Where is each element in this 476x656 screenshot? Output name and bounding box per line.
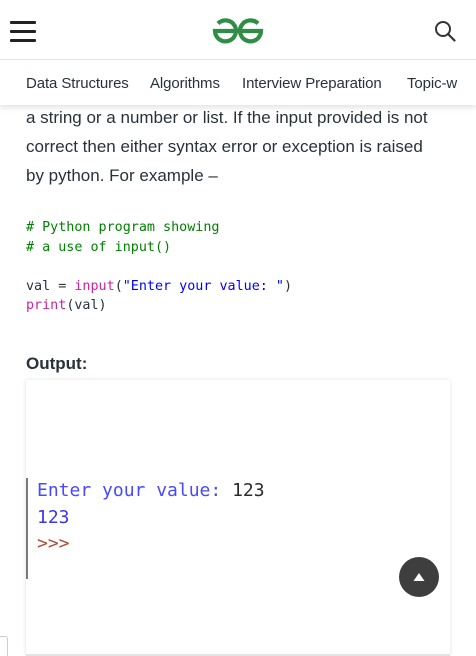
article-paragraph: a string or a number or list. If the inp… — [26, 103, 456, 190]
code-paren: ( — [114, 278, 123, 294]
console-prompt: Enter your value: — [37, 480, 222, 501]
page-edge-tab — [0, 636, 8, 656]
code-string: "Enter your value: " — [122, 278, 284, 294]
output-heading: Output: — [26, 354, 88, 373]
search-icon[interactable] — [434, 20, 456, 42]
hamburger-menu-icon[interactable] — [10, 20, 36, 42]
geeksforgeeks-logo[interactable] — [209, 16, 267, 46]
arrow-up-icon — [413, 573, 425, 581]
code-args: (val) — [66, 298, 107, 313]
topic-nav: Data Structures Algorithms Interview Pre… — [0, 61, 476, 105]
console-shell-prompt: >>> — [37, 533, 70, 554]
output-screenshot: Enter your value: 123 123 >>> — [26, 380, 450, 656]
code-variable: val — [26, 278, 51, 294]
code-line: print(val) — [26, 296, 456, 316]
console-line: Enter your value: 123 — [37, 478, 326, 505]
console-echo: 123 — [37, 506, 70, 528]
code-line: val = input("Enter your value: ") — [26, 277, 456, 297]
code-function: print — [26, 298, 67, 313]
code-operator: = — [50, 278, 75, 294]
code-function: input — [74, 278, 115, 294]
nav-item-algorithms[interactable]: Algorithms — [150, 75, 220, 92]
site-header — [0, 0, 476, 60]
nav-item-interview-preparation[interactable]: Interview Preparation — [242, 75, 382, 92]
code-paren: ) — [284, 278, 293, 294]
code-comment: # Python program showing — [26, 220, 220, 235]
scroll-to-top-button[interactable] — [399, 557, 439, 597]
code-block: # Python program showing # a use of inpu… — [26, 218, 456, 316]
nav-item-topic-wise[interactable]: Topic-w — [407, 75, 457, 92]
paragraph-line: a string or a number or list. If the inp… — [26, 108, 428, 127]
code-comment: # a use of input() — [26, 239, 172, 255]
console-input-value: 123 — [232, 480, 265, 501]
nav-item-data-structures[interactable]: Data Structures — [26, 75, 129, 92]
paragraph-line: by python. For example – — [26, 166, 218, 185]
console-output: Enter your value: 123 123 >>> — [26, 478, 326, 579]
paragraph-line: correct then either syntax error or exce… — [26, 137, 423, 156]
